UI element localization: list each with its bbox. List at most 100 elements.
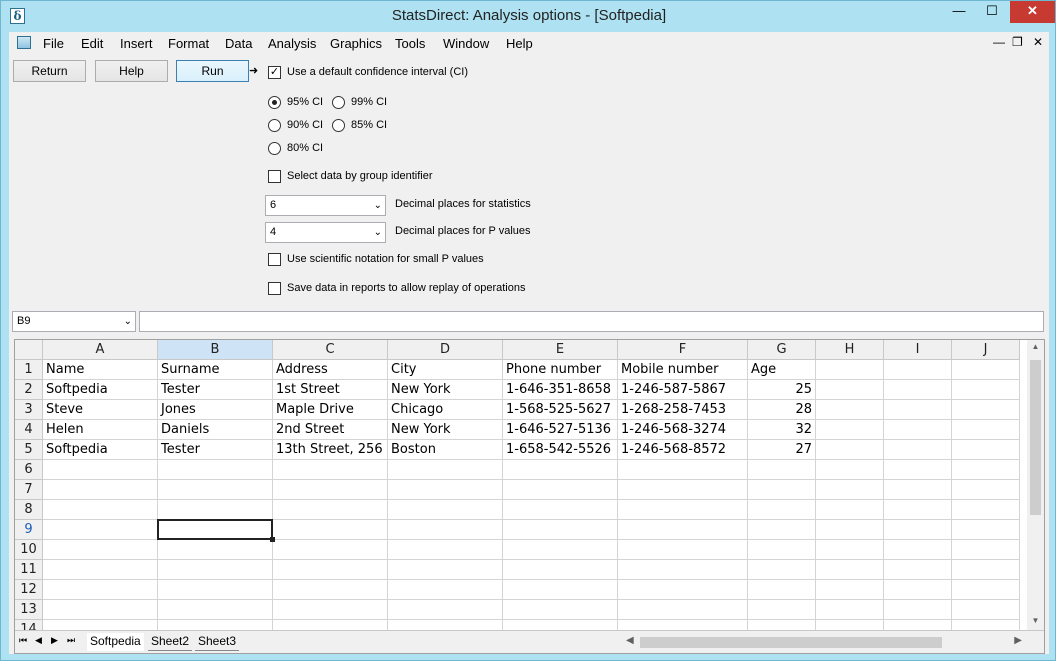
table-cell[interactable]: [816, 620, 884, 630]
table-cell[interactable]: [388, 480, 503, 500]
table-cell[interactable]: 1-568-525-5627: [503, 400, 618, 420]
table-cell[interactable]: [158, 460, 273, 480]
table-cell[interactable]: [748, 600, 816, 620]
horizontal-scroll-thumb[interactable]: [640, 637, 942, 648]
scroll-left-icon[interactable]: ◀: [626, 635, 634, 646]
ci-85-radio[interactable]: [332, 119, 345, 132]
table-cell[interactable]: Jones: [158, 400, 273, 420]
column-header-h[interactable]: H: [816, 340, 884, 360]
table-cell[interactable]: [158, 480, 273, 500]
table-cell[interactable]: [884, 560, 952, 580]
table-cell[interactable]: [618, 520, 748, 540]
table-cell[interactable]: [816, 380, 884, 400]
vertical-scroll-thumb[interactable]: [1030, 360, 1041, 515]
table-cell[interactable]: [816, 600, 884, 620]
table-cell[interactable]: [952, 420, 1020, 440]
help-button[interactable]: Help: [95, 60, 168, 82]
table-cell[interactable]: Boston: [388, 440, 503, 460]
table-cell[interactable]: [273, 560, 388, 580]
table-cell[interactable]: [952, 600, 1020, 620]
select-all-corner[interactable]: [15, 340, 43, 360]
table-cell[interactable]: [43, 560, 158, 580]
table-cell[interactable]: [388, 500, 503, 520]
table-cell[interactable]: [748, 500, 816, 520]
table-cell[interactable]: Tester: [158, 380, 273, 400]
table-cell[interactable]: Tester: [158, 440, 273, 460]
sheet-tab-sheet3[interactable]: Sheet3: [195, 633, 240, 651]
scroll-down-icon[interactable]: ▼: [1027, 616, 1044, 630]
table-cell[interactable]: 1-646-527-5136: [503, 420, 618, 440]
table-cell[interactable]: [158, 540, 273, 560]
menu-format[interactable]: Format: [168, 36, 209, 51]
menu-data[interactable]: Data: [225, 36, 252, 51]
table-cell[interactable]: [503, 460, 618, 480]
table-cell[interactable]: 28: [748, 400, 816, 420]
scroll-right-icon[interactable]: ▶: [1014, 635, 1022, 646]
row-header[interactable]: 11: [15, 560, 43, 580]
table-cell[interactable]: [43, 500, 158, 520]
table-cell[interactable]: Softpedia: [43, 380, 158, 400]
table-cell[interactable]: [884, 480, 952, 500]
table-cell[interactable]: [816, 440, 884, 460]
table-cell[interactable]: 1-246-568-8572: [618, 440, 748, 460]
table-cell[interactable]: [158, 600, 273, 620]
table-cell[interactable]: [273, 540, 388, 560]
sheet-tab-softpedia[interactable]: Softpedia: [87, 633, 144, 651]
ci-80-radio[interactable]: [268, 142, 281, 155]
table-cell[interactable]: [952, 620, 1020, 630]
table-cell[interactable]: [884, 420, 952, 440]
table-cell[interactable]: [816, 540, 884, 560]
table-cell[interactable]: [43, 480, 158, 500]
table-cell[interactable]: [816, 520, 884, 540]
prev-sheet-icon[interactable]: ◀: [35, 635, 42, 646]
table-cell[interactable]: [273, 480, 388, 500]
table-cell[interactable]: [884, 600, 952, 620]
table-cell[interactable]: Helen: [43, 420, 158, 440]
table-cell[interactable]: [618, 600, 748, 620]
table-cell[interactable]: [158, 520, 273, 540]
row-header[interactable]: 8: [15, 500, 43, 520]
table-cell[interactable]: 2nd Street: [273, 420, 388, 440]
table-cell[interactable]: [618, 460, 748, 480]
table-cell[interactable]: [884, 580, 952, 600]
decimal-stats-select[interactable]: 6 ⌄: [265, 195, 386, 216]
document-icon[interactable]: [17, 36, 31, 49]
column-header-i[interactable]: I: [884, 340, 952, 360]
menu-tools[interactable]: Tools: [395, 36, 425, 51]
table-cell[interactable]: [816, 420, 884, 440]
table-cell[interactable]: [43, 540, 158, 560]
table-cell[interactable]: [618, 480, 748, 500]
table-cell[interactable]: [884, 620, 952, 630]
table-cell[interactable]: [388, 600, 503, 620]
table-cell[interactable]: [273, 520, 388, 540]
maximize-button[interactable]: ☐: [977, 1, 1007, 23]
row-header[interactable]: 3: [15, 400, 43, 420]
table-cell[interactable]: 1-658-542-5526: [503, 440, 618, 460]
table-cell[interactable]: [748, 460, 816, 480]
row-header[interactable]: 13: [15, 600, 43, 620]
mdi-close-button[interactable]: ✕: [1033, 35, 1043, 49]
table-cell[interactable]: [748, 520, 816, 540]
table-cell[interactable]: Maple Drive: [273, 400, 388, 420]
table-cell[interactable]: [158, 560, 273, 580]
table-cell[interactable]: [952, 400, 1020, 420]
table-cell[interactable]: 1-268-258-7453: [618, 400, 748, 420]
row-header[interactable]: 4: [15, 420, 43, 440]
table-cell[interactable]: [503, 500, 618, 520]
table-cell[interactable]: [952, 460, 1020, 480]
column-header-c[interactable]: C: [273, 340, 388, 360]
menu-edit[interactable]: Edit: [81, 36, 103, 51]
table-cell[interactable]: [503, 540, 618, 560]
menu-help[interactable]: Help: [506, 36, 533, 51]
table-cell[interactable]: [158, 620, 273, 630]
table-cell[interactable]: [503, 580, 618, 600]
table-cell[interactable]: [952, 480, 1020, 500]
table-cell[interactable]: [158, 580, 273, 600]
table-cell[interactable]: New York: [388, 380, 503, 400]
horizontal-scrollbar[interactable]: ◀ ▶: [623, 634, 1025, 651]
first-sheet-icon[interactable]: ⏮: [19, 635, 27, 646]
table-cell[interactable]: [952, 440, 1020, 460]
table-cell[interactable]: Softpedia: [43, 440, 158, 460]
table-cell[interactable]: [158, 500, 273, 520]
table-cell[interactable]: [884, 460, 952, 480]
